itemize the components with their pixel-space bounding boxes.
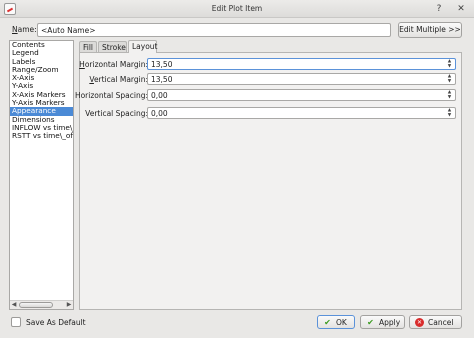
edit-multiple-button[interactable]: Edit Multiple >> [398, 22, 462, 38]
title-bar: Edit Plot Item ? ✕ [0, 0, 474, 18]
tab-layout[interactable]: Layout [128, 40, 158, 53]
horizontal-margin-value[interactable]: 13,50 [151, 60, 172, 69]
scroll-right-icon[interactable]: ▶ [66, 302, 72, 308]
ok-button-label: OK [336, 318, 347, 327]
section-list[interactable]: Contents Legend Labels Range/Zoom X-Axis… [9, 40, 74, 310]
name-label-rest: ame: [17, 25, 37, 34]
vertical-margin-row: Vertical Margin: 13,50 ▲ ▼ [80, 73, 463, 85]
horizontal-spacing-value[interactable]: 0,00 [151, 91, 168, 100]
vertical-margin-label-rest: ertical Margin: [93, 75, 148, 84]
list-item-rstt-curve[interactable]: RSTT vs time\_offs [10, 131, 73, 140]
vertical-spacing-label: Vertical Spacing: [85, 109, 148, 118]
cancel-icon: ✕ [415, 318, 424, 327]
vertical-margin-value[interactable]: 13,50 [151, 75, 172, 84]
cancel-button-label: Cancel [428, 318, 454, 327]
spin-arrows-icon[interactable]: ▲ ▼ [446, 74, 453, 84]
apply-button-label: Apply [379, 318, 401, 327]
horizontal-margin-row: Horizontal Margin: 13,50 ▲ ▼ [79, 58, 463, 70]
apply-button[interactable]: ✔ Apply [360, 315, 405, 329]
vertical-margin-label: Vertical Margin: [89, 75, 148, 84]
layout-panel: Horizontal Margin: 13,50 ▲ ▼ Vertical Mar… [75, 52, 463, 310]
vertical-spacing-value[interactable]: 0,00 [151, 109, 168, 118]
save-as-default-checkbox[interactable] [11, 317, 21, 327]
check-icon: ✔ [367, 318, 374, 327]
spin-arrows-icon[interactable]: ▲ ▼ [446, 90, 453, 100]
save-as-default-label[interactable]: Save As Default [26, 318, 86, 327]
ok-button[interactable]: ✔ OK [317, 315, 355, 329]
horizontal-spacing-spinbox[interactable]: 0,00 ▲ ▼ [147, 89, 456, 101]
check-icon: ✔ [324, 318, 331, 327]
spin-arrows-icon[interactable]: ▲ ▼ [446, 108, 453, 118]
help-button[interactable]: ? [433, 3, 445, 15]
horizontal-spacing-label: Horizontal Spacing: [74, 91, 148, 100]
vertical-margin-spinbox[interactable]: 13,50 ▲ ▼ [147, 73, 456, 85]
vertical-spacing-row: Vertical Spacing: 0,00 ▲ ▼ [80, 107, 463, 119]
name-label: Name: [12, 25, 37, 34]
horizontal-margin-label-rest: orizontal Margin: [84, 60, 148, 69]
spin-arrows-icon[interactable]: ▲ ▼ [446, 59, 453, 69]
horizontal-margin-label: Horizontal Margin: [79, 60, 148, 69]
close-window-button[interactable]: ✕ [455, 3, 467, 15]
window-title: Edit Plot Item [211, 4, 263, 13]
horizontal-margin-spinbox[interactable]: 13,50 ▲ ▼ [147, 58, 456, 70]
name-input[interactable] [37, 23, 391, 37]
list-horizontal-scrollbar[interactable]: ◀ ▶ [10, 300, 73, 309]
vertical-spacing-spinbox[interactable]: 0,00 ▲ ▼ [147, 107, 456, 119]
horizontal-spacing-row: Horizontal Spacing: 0,00 ▲ ▼ [75, 89, 463, 101]
cancel-button[interactable]: ✕ Cancel [409, 315, 462, 329]
scrollbar-thumb[interactable] [19, 302, 53, 308]
scroll-left-icon[interactable]: ◀ [11, 302, 17, 308]
